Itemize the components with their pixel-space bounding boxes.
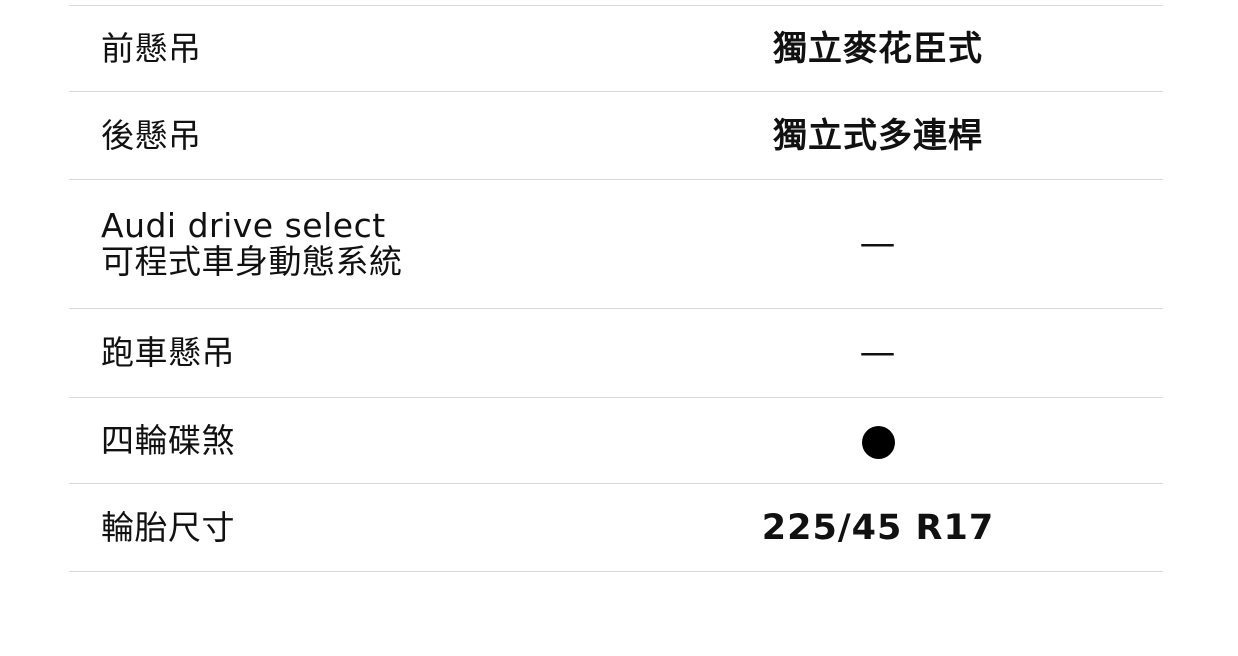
spec-value: 獨立麥花臣式 [773,28,983,69]
table-row: 前懸吊 獨立麥花臣式 [69,6,1163,92]
spec-value: — [859,223,897,264]
spec-label: 跑車懸吊 [101,333,235,372]
filled-circle-icon [861,425,895,459]
spec-table: 前懸吊 獨立麥花臣式 後懸吊 獨立式多連桿 Audi drive select … [69,5,1163,572]
spec-value: 獨立式多連桿 [773,115,983,156]
table-row: 四輪碟煞 [69,398,1163,484]
spec-value: — [859,332,897,373]
spec-value: 225/45 R17 [761,507,995,548]
spec-label: 輪胎尺寸 [101,507,235,547]
spec-label: 前懸吊 [101,28,202,68]
spec-label: Audi drive select 可程式車身動態系統 [101,206,403,281]
table-row: 輪胎尺寸 225/45 R17 [69,484,1163,572]
table-row: 跑車懸吊 — [69,309,1163,398]
spec-label: 四輪碟煞 [101,420,235,460]
table-row: Audi drive select 可程式車身動態系統 — [69,180,1163,309]
table-row: 後懸吊 獨立式多連桿 [69,92,1163,180]
spec-value [659,423,1097,459]
spec-label: 後懸吊 [101,115,202,155]
